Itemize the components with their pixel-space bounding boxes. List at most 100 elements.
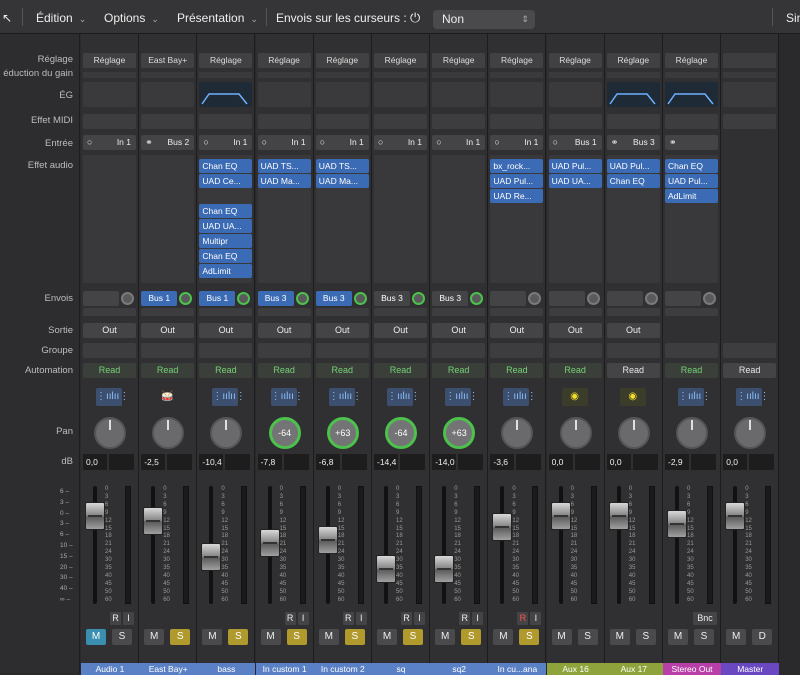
send-slot-empty[interactable] [665, 308, 718, 316]
mute-button[interactable]: M [435, 629, 456, 645]
input-slot[interactable]: ○ In 1 [490, 135, 544, 150]
record-button[interactable]: R [284, 612, 296, 625]
send-level-knob[interactable] [237, 292, 251, 305]
send-slot[interactable] [490, 291, 527, 306]
send-level-knob[interactable] [179, 292, 193, 305]
record-button[interactable]: R [517, 612, 529, 625]
eq-display[interactable] [199, 82, 253, 107]
track-name[interactable]: East Bay+ [139, 663, 198, 675]
automation-mode[interactable]: Read [606, 363, 660, 378]
mute-button[interactable]: M [668, 629, 688, 645]
automation-mode[interactable]: Read [548, 363, 602, 378]
fader-track[interactable] [151, 486, 156, 604]
audio-fx-plugin[interactable]: UAD Pul... [665, 174, 718, 188]
input-monitor-button[interactable]: I [355, 612, 367, 625]
group-slot[interactable] [665, 343, 718, 358]
fader-cap[interactable] [608, 501, 629, 530]
audio-fx-plugin[interactable]: UAD Ce... [199, 174, 253, 188]
send-slot[interactable] [665, 291, 701, 306]
waveform-icon[interactable]: ⋮ıılıı⋮ [96, 388, 129, 406]
send-level-knob[interactable] [586, 292, 600, 305]
eq-display[interactable] [548, 82, 602, 107]
eq-display[interactable] [141, 82, 195, 107]
group-slot[interactable] [199, 343, 253, 358]
solo-button[interactable]: S [112, 629, 132, 645]
send-slot[interactable]: Bus 1 [141, 291, 178, 306]
audio-fx-plugin[interactable]: Chan EQ [199, 204, 253, 218]
drums-icon[interactable]: 🥁 [154, 388, 180, 406]
track-name[interactable]: Aux 17 [604, 663, 663, 675]
eq-display[interactable] [665, 82, 718, 107]
track-name[interactable]: In cu...ana [488, 663, 547, 675]
automation-mode[interactable]: Read [83, 363, 136, 378]
track-icon[interactable]: ◉ [561, 388, 588, 406]
fader-cap[interactable] [317, 526, 338, 555]
input-monitor-button[interactable]: I [414, 612, 425, 625]
send-slot[interactable] [606, 291, 643, 306]
audio-fx-plugin[interactable]: bx_rock... [490, 159, 544, 173]
setting-button[interactable]: East Bay+ [141, 53, 195, 68]
send-slot-empty[interactable] [257, 308, 311, 316]
setting-button[interactable]: Réglage [315, 53, 369, 68]
midi-fx-slot[interactable] [83, 114, 136, 129]
output-slot[interactable]: Out [490, 323, 544, 338]
input-slot[interactable]: ○ In 1 [83, 135, 136, 150]
audio-fx-area[interactable] [141, 155, 195, 283]
fader-track[interactable] [675, 486, 679, 604]
midi-fx-slot[interactable] [665, 114, 718, 129]
fader-cap[interactable] [201, 542, 222, 571]
automation-mode[interactable]: Read [723, 363, 777, 378]
track-name[interactable]: In custom 1 [255, 663, 314, 675]
pan-knob[interactable] [676, 417, 708, 449]
input-slot[interactable]: ○ Bus 1 [548, 135, 602, 150]
input-slot[interactable]: ○ In 1 [315, 135, 369, 150]
pan-knob[interactable]: +63 [443, 417, 476, 449]
group-slot[interactable] [606, 343, 660, 358]
view-menu[interactable]: Présentation ⌄ [177, 8, 258, 28]
track-name[interactable]: Master [721, 663, 780, 675]
eq-display[interactable] [432, 82, 486, 107]
send-slot[interactable] [83, 291, 119, 306]
audio-fx-area[interactable] [432, 155, 486, 283]
midi-fx-slot[interactable] [315, 114, 369, 129]
sends-on-faders-select[interactable]: Non ⇕ [433, 10, 535, 29]
audio-fx-plugin[interactable]: Chan EQ [665, 159, 718, 173]
eq-display[interactable] [606, 82, 660, 107]
output-slot[interactable]: Out [432, 323, 486, 338]
audio-fx-plugin[interactable]: Chan EQ [199, 159, 253, 173]
pan-knob[interactable] [210, 417, 243, 449]
output-slot[interactable]: Out [606, 323, 660, 338]
send-slot[interactable]: Bus 3 [374, 291, 410, 306]
track-name[interactable]: sq [372, 663, 430, 675]
solo-button[interactable]: S [344, 629, 365, 645]
send-level-knob[interactable] [295, 292, 309, 305]
pan-knob[interactable] [152, 417, 185, 449]
midi-fx-slot[interactable] [548, 114, 602, 129]
input-slot[interactable]: ○ In 1 [257, 135, 311, 150]
group-slot[interactable] [432, 343, 486, 358]
output-slot[interactable]: Out [141, 323, 195, 338]
midi-fx-slot[interactable] [606, 114, 660, 129]
pan-knob[interactable] [617, 417, 650, 449]
audio-fx-plugin[interactable]: UAD UA... [548, 174, 602, 188]
mute-button[interactable]: M [144, 629, 165, 645]
output-slot[interactable]: Out [374, 323, 427, 338]
solo-button[interactable]: S [635, 629, 656, 645]
record-button[interactable]: R [459, 612, 471, 625]
group-slot[interactable] [723, 343, 777, 358]
track-name[interactable]: sq2 [430, 663, 489, 675]
solo-button[interactable]: S [286, 629, 307, 645]
fader-track[interactable] [384, 486, 388, 604]
audio-fx-plugin[interactable]: Chan EQ [606, 174, 660, 188]
waveform-icon[interactable]: ⋮ıılıı⋮ [736, 388, 770, 406]
eq-display[interactable] [257, 82, 311, 107]
send-slot-empty[interactable] [199, 308, 253, 316]
mute-button[interactable]: M [318, 629, 339, 645]
fader-cap[interactable] [492, 513, 513, 542]
eq-display[interactable] [723, 82, 777, 107]
pan-knob[interactable]: +63 [326, 417, 359, 449]
send-level-knob[interactable] [353, 292, 367, 305]
input-monitor-button[interactable]: I [472, 612, 484, 625]
automation-mode[interactable]: Read [374, 363, 427, 378]
pan-knob[interactable]: -64 [385, 417, 417, 449]
